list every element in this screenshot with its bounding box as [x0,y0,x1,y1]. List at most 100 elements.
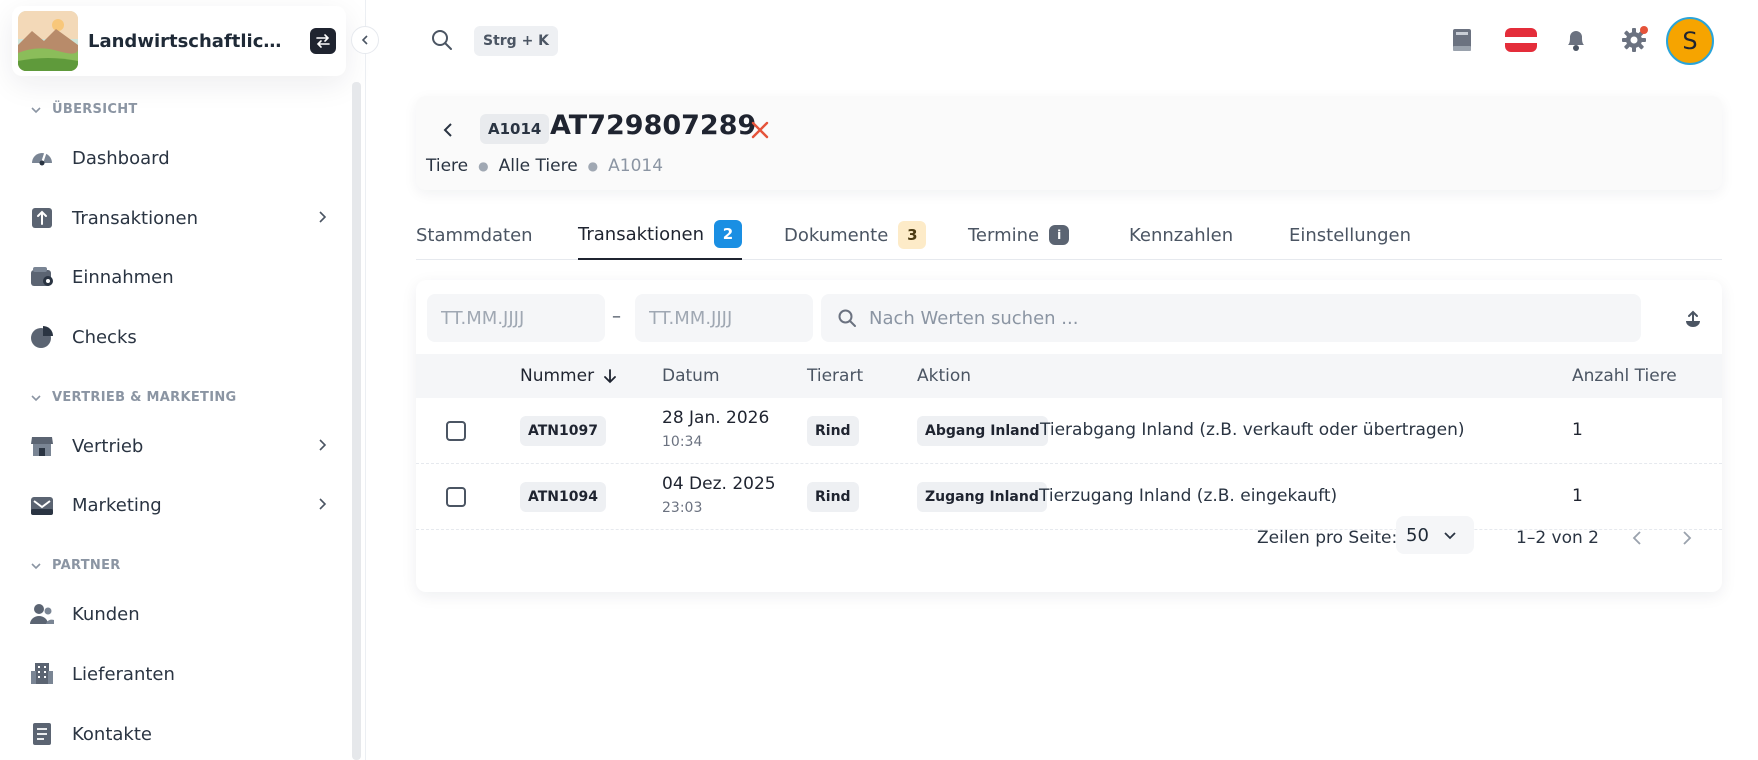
chevron-right-icon [319,439,327,451]
animal-count: 1 [1572,420,1583,440]
chevron-down-icon [31,394,41,401]
date-range-separator: – [612,306,621,327]
action-description: Tierabgang Inland (z.B. verkauft oder üb… [1040,420,1465,440]
row-checkbox[interactable] [446,421,466,441]
tab-badge-count: 2 [713,220,742,248]
tab-transaktionen[interactable]: Transaktionen 2 [578,210,742,260]
transaction-number-chip: ATN1094 [520,482,606,512]
page-title: AT729807289 [550,110,757,141]
animal-type-chip: Rind [807,416,859,446]
rows-per-page-label: Zeilen pro Seite: [1257,528,1398,548]
collapse-sidebar-button[interactable] [351,26,379,54]
previous-page-button[interactable] [1630,518,1644,558]
breadcrumb-tiere[interactable]: Tiere [426,156,468,176]
pagination-range: 1–2 von 2 [1516,528,1599,548]
back-button[interactable] [434,116,462,144]
action-description: Tierzugang Inland (z.B. eingekauft) [1039,486,1338,506]
date-to-input[interactable] [635,294,813,342]
record-id-chip: A1014 [480,114,550,144]
chevron-left-icon [361,35,368,45]
sidebar-item-vertrieb[interactable]: Vertrieb [28,424,338,468]
gauge-icon [28,144,56,172]
transactions-table-card: – Nummer Datum Tierart Aktion Anzahl Tie… [416,280,1722,592]
sidebar-item-dashboard[interactable]: Dashboard [28,136,338,180]
brand-header[interactable]: Landwirtschaftlicher Betrieb [12,6,346,76]
breadcrumb: Tiere ● Alle Tiere ● A1014 [426,156,663,176]
notification-dot [1640,26,1648,34]
sidebar-item-lieferanten[interactable]: Lieferanten [28,652,338,696]
animal-count: 1 [1572,486,1583,506]
chevron-left-icon [1632,531,1641,545]
bell-icon [1568,31,1584,51]
sidebar-item-einnahmen[interactable]: Einnahmen [28,255,338,299]
section-vertrieb-marketing[interactable]: VERTRIEB & MARKETING [30,390,236,405]
breadcrumb-current: A1014 [608,156,664,176]
column-datum[interactable]: Datum [662,366,720,386]
chevron-down-icon [31,106,41,113]
breadcrumb-alle-tiere[interactable]: Alle Tiere [499,156,578,176]
users-icon [28,600,56,628]
transaction-time: 10:34 [662,434,703,450]
breadcrumb-separator: ● [587,159,599,173]
sidebar-item-checks[interactable]: Checks [28,315,338,359]
action-chip: Abgang Inland [917,416,1048,446]
column-tierart[interactable]: Tierart [807,366,863,386]
sidebar-scrollbar[interactable] [352,82,361,760]
table-search [821,294,1641,342]
docs-button[interactable] [1444,22,1480,58]
section-partner[interactable]: PARTNER [30,558,121,573]
address-book-icon [28,720,56,748]
transaction-time: 23:03 [662,500,703,516]
language-flag-button[interactable] [1500,22,1542,58]
brand-name: Landwirtschaftlicher Betrieb [88,30,293,52]
export-icon [1686,310,1700,327]
gear-icon [1622,26,1648,52]
sidebar-item-transaktionen[interactable]: Transaktionen [28,196,338,240]
close-button[interactable] [746,116,774,144]
store-icon [28,432,56,460]
switch-org-button[interactable] [310,28,336,54]
date-from-input[interactable] [427,294,605,342]
mail-tray-icon [28,491,56,519]
chevron-right-icon [319,498,327,510]
sidebar-item-marketing[interactable]: Marketing [28,483,338,527]
tab-stammdaten[interactable]: Stammdaten [416,210,533,260]
record-header: A1014 AT729807289 Tiere ● Alle Tiere ● A… [416,96,1722,190]
wallet-icon [28,263,56,291]
brand-logo [18,11,78,71]
next-page-button[interactable] [1680,518,1694,558]
transaction-date: 28 Jan. 2026 [662,408,770,428]
notifications-button[interactable] [1558,22,1594,58]
animal-type-chip: Rind [807,482,859,512]
upload-box-icon [28,204,56,232]
table-row[interactable]: ATN1097 28 Jan. 2026 10:34 Rind Abgang I… [416,398,1722,464]
column-anzahl-tiere[interactable]: Anzahl Tiere [1572,366,1677,386]
tab-einstellungen[interactable]: Einstellungen [1289,210,1411,260]
sidebar-item-kontakte[interactable]: Kontakte [28,712,338,756]
section-uebersicht[interactable]: ÜBERSICHT [30,102,138,117]
user-avatar[interactable]: S [1666,17,1714,65]
search-icon [432,30,452,50]
column-aktion[interactable]: Aktion [917,366,971,386]
row-checkbox[interactable] [446,487,466,507]
chevron-down-icon [1444,532,1456,540]
column-nummer[interactable]: Nummer [520,366,618,386]
pie-chart-icon [28,323,56,351]
building-icon [28,660,56,688]
chevron-right-icon [319,211,327,223]
tab-bar: Stammdaten Transaktionen 2 Dokumente 3 T… [416,210,1722,260]
book-icon [1453,29,1471,51]
tab-termine[interactable]: Termine i [968,210,1070,260]
rows-per-page-select[interactable]: 50 [1396,516,1474,554]
table-search-input[interactable] [869,294,1629,342]
settings-button[interactable] [1616,22,1652,58]
sidebar-item-kunden[interactable]: Kunden [28,592,338,636]
tab-kennzahlen[interactable]: Kennzahlen [1129,210,1233,260]
export-button[interactable] [1678,304,1708,334]
tab-dokumente[interactable]: Dokumente 3 [784,210,927,260]
action-chip: Zugang Inland [917,482,1047,512]
info-badge: i [1049,225,1070,245]
austria-flag-icon [1505,28,1537,52]
tab-badge-count: 3 [898,221,927,249]
global-search-button[interactable] [430,28,454,56]
